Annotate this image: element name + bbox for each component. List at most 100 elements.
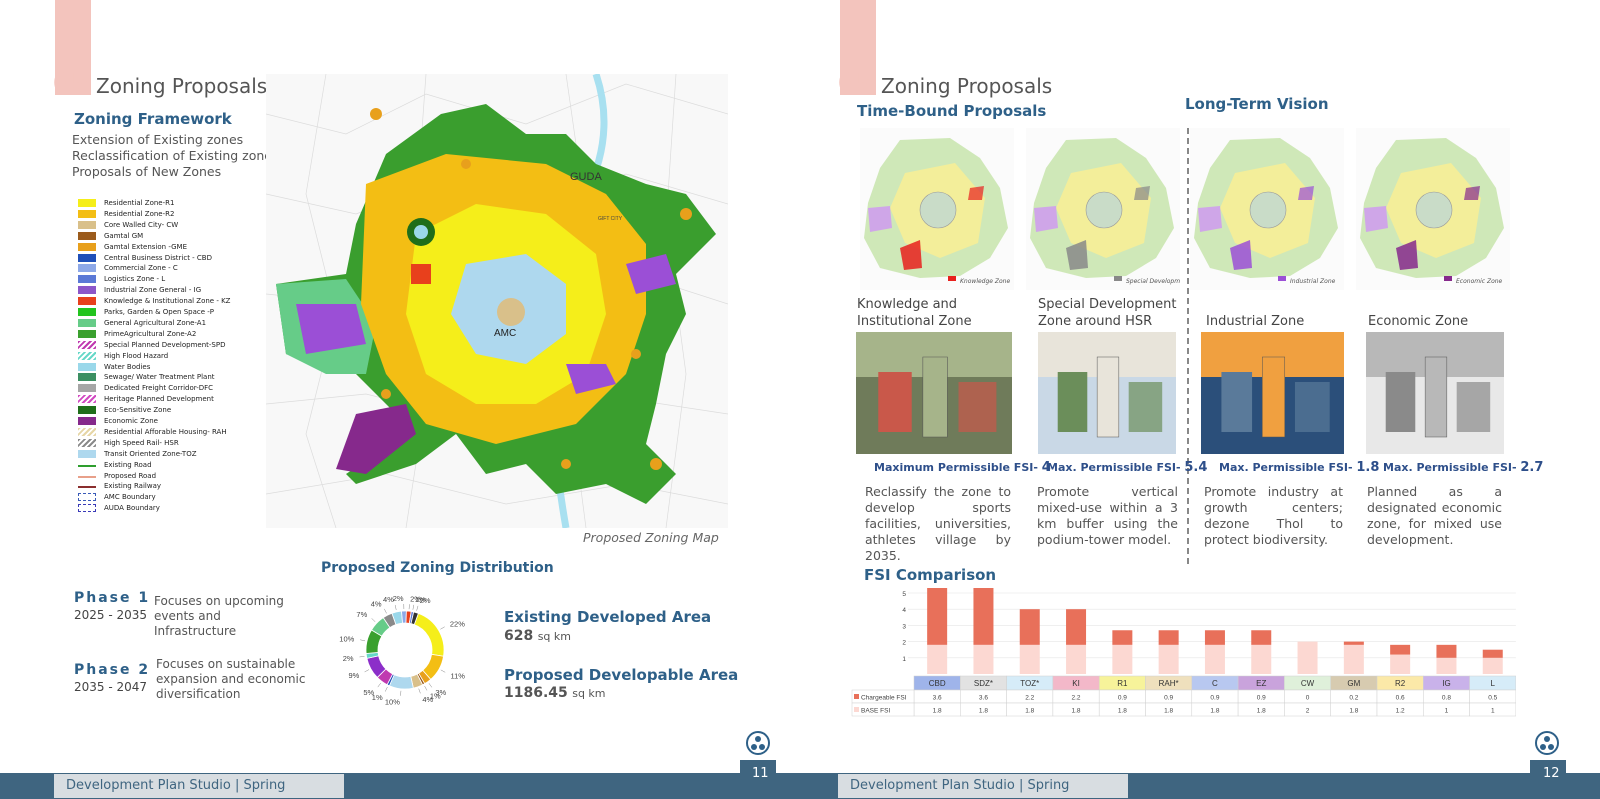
fsi-bar-chargeable [1436, 644, 1457, 658]
legend-label: Logistics Zone - L [104, 275, 166, 284]
time-bound-title: Time-Bound Proposals [857, 102, 1047, 120]
zone-title-line1 [1206, 296, 1304, 313]
page-number: 11 [752, 766, 769, 781]
donut-leader-line [416, 605, 419, 611]
fsi-ytick-label: 5 [902, 591, 906, 598]
map-caption: Proposed Zoning Map [583, 530, 719, 545]
donut-leader-line [428, 683, 433, 688]
fsi-bar-chargeable [1482, 649, 1503, 658]
legend-swatch [78, 504, 96, 513]
legend-label: Water Bodies [104, 362, 151, 371]
legend-swatch [78, 493, 96, 502]
zone-fsi-value: 2.7 [1520, 460, 1544, 475]
zone-title: Knowledge and Institutional Zone [857, 296, 972, 330]
zone-fsi: Max. Permissible FSI- 2.7 [1383, 460, 1543, 475]
legend-label: Heritage Planned Development [104, 395, 214, 404]
proposed-area: 1186.45 sq km [504, 685, 606, 701]
studio-logo-icon [1535, 731, 1559, 755]
donut-leader-line [377, 682, 381, 688]
fsi-category-label: C [1212, 679, 1218, 688]
zone-title-line2: Zone around HSR [1038, 314, 1153, 329]
fsi-bar-base [1297, 641, 1318, 674]
page-title: Zoning Proposals [96, 74, 268, 98]
legend-swatch [78, 253, 96, 262]
legend-swatch [78, 427, 96, 436]
page-number: 12 [1543, 766, 1560, 781]
fsi-chargeable-value: 2.2 [1072, 695, 1081, 702]
fsi-bar-chargeable [1204, 630, 1225, 645]
legend-label: Transit Oriented Zone-TOZ [104, 449, 197, 458]
fsi-bar-base [1436, 657, 1457, 674]
donut-leader-line [394, 605, 397, 611]
legend-swatch [78, 449, 96, 458]
donut-leader-line [412, 604, 415, 610]
donut-label: 5% [363, 688, 374, 697]
map-label-guda: GUDA [570, 171, 602, 183]
legend-swatch [78, 297, 96, 306]
fsi-base-value: 1.2 [1396, 708, 1405, 715]
legend-swatch [78, 340, 96, 349]
fsi-legend-label: BASE FSI [861, 708, 890, 715]
legend-label: Special Planned Development-SPD [104, 340, 226, 349]
fsi-ytick-label: 4 [902, 607, 906, 614]
legend-label: Economic Zone [104, 417, 158, 425]
fsi-category-label: KI [1072, 679, 1080, 688]
fsi-category-label: GM [1347, 679, 1360, 688]
legend-swatch [78, 464, 96, 467]
fsi-ytick-label: 1 [902, 656, 906, 663]
legend-label: Core Walled City- CW [104, 220, 179, 229]
legend-label: Sewage/ Water Treatment Plant [104, 373, 215, 382]
legend-swatch [78, 486, 96, 489]
fsi-category-label: CBD [929, 679, 946, 688]
fsi-bar-base [1112, 644, 1133, 674]
fsi-chargeable-value: 0 [1306, 695, 1310, 702]
fsi-chart: 1 2 3 4 5 CBD 3.6 1.8 SDZ* 3.6 1.8 TOZ* 2.2 1.8 KI 2.2 1… [846, 586, 1517, 720]
existing-area: 628 sq km [504, 628, 571, 644]
fsi-category-label: L [1491, 679, 1496, 688]
legend-label: Industrial Zone General - IG [104, 286, 202, 295]
zone-title-line2: Institutional Zone [857, 314, 972, 329]
zone-image [856, 332, 1012, 454]
fsi-chargeable-value: 0.6 [1396, 695, 1405, 702]
existing-area-title: Existing Developed Area [504, 608, 712, 626]
vision-divider [1187, 128, 1189, 564]
mini-map-legend-label: Industrial Zone [1290, 278, 1336, 285]
zone-title-line2: Economic Zone [1368, 314, 1469, 329]
fsi-bar-chargeable [1251, 630, 1272, 645]
fsi-category-label: R2 [1395, 679, 1406, 688]
mini-map: Knowledge Zone [860, 128, 1014, 290]
distribution-donut-chart: 22% 11% 3% 1% 4% 10% 1% 5% 9% 2% 10% 7% 4% 4% 2% 2% 1% 2% [320, 582, 480, 718]
phase-2-name: Phase 2 [74, 662, 151, 678]
fsi-base-value: 1.8 [1210, 708, 1219, 715]
legend-label: General Agricultural Zone-A1 [104, 318, 207, 327]
section-number: 05 [838, 68, 875, 99]
framework-item: Proposals of New Zones [72, 164, 222, 179]
zone-description: Promote industry at growth centers; dezo… [1204, 484, 1343, 547]
zone-fsi-label: Max. Permissible FSI- [1383, 461, 1517, 474]
legend-label: High Speed Rail- HSR [104, 438, 179, 447]
existing-area-unit: sq km [537, 630, 571, 643]
fsi-category-label: IG [1442, 679, 1450, 688]
mini-map-legend-label: Knowledge Zone [960, 278, 1011, 285]
zone-fsi-label: Max. Permissible FSI- [1047, 461, 1181, 474]
legend-label: Gamtal GM [104, 231, 144, 240]
mini-map: Industrial Zone [1190, 128, 1344, 290]
footer-text: Development Plan Studio | Spring Semeste… [838, 774, 1128, 798]
legend-label: AUDA Boundary [104, 504, 160, 513]
fsi-bar-base [1482, 657, 1503, 674]
donut-label: 11% [450, 671, 465, 680]
zone-image [1201, 332, 1344, 454]
fsi-chargeable-value: 0.9 [1164, 695, 1173, 702]
proposed-area-title: Proposed Developable Area [504, 666, 739, 684]
legend-swatch [78, 384, 96, 393]
legend-label: High Flood Hazard [104, 351, 169, 360]
legend-label: AMC Boundary [104, 493, 156, 502]
fsi-base-value: 1.8 [979, 708, 988, 715]
fsi-bar-base [1390, 654, 1411, 674]
zoning-map: GUDA AMC GIFT CITY [265, 72, 729, 529]
legend-label: Existing Railway [104, 482, 161, 491]
fsi-chargeable-value: 0.8 [1442, 695, 1451, 702]
legend-label: PrimeAgricultural Zone-A2 [104, 329, 197, 338]
zone-description: Promote vertical mixed-use within a 3 km… [1037, 484, 1178, 547]
legend-label: Dedicated Freight Corridor-DFC [104, 384, 214, 393]
